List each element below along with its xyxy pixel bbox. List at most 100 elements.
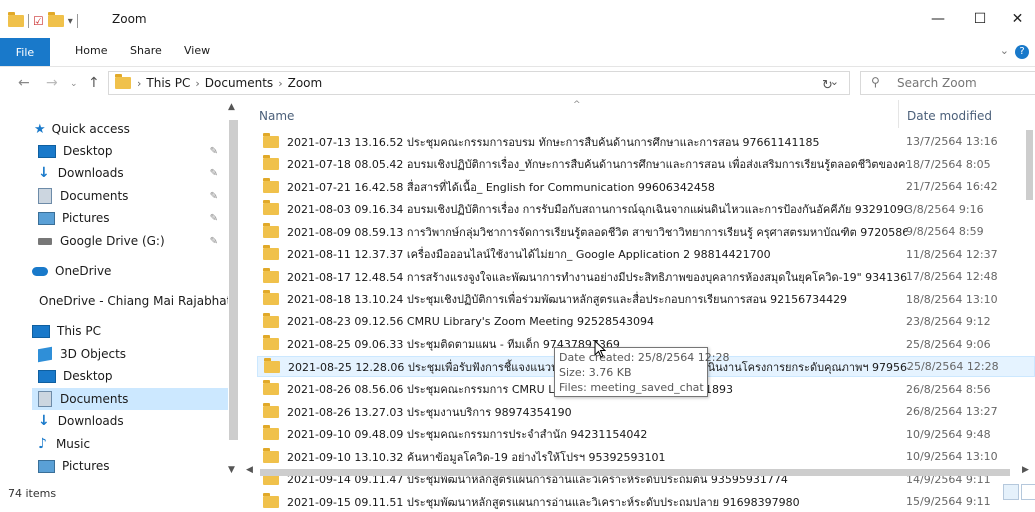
file-row[interactable]: 2021-08-03 09.16.34 อบรมเชิงปฏิบัติการเร… [257, 199, 1035, 220]
breadcrumb-zoom[interactable]: Zoom [288, 76, 323, 90]
file-name: 2021-08-09 08.59.13 การวิพากษ์กลุ่มวิชาก… [287, 225, 907, 239]
properties-icon[interactable]: ☑ [33, 14, 44, 28]
tab-home[interactable]: Home [75, 44, 107, 57]
file-row[interactable]: 2021-07-21 16.42.58 สื่อสารที่ได้เนื้อ_ … [257, 176, 1035, 197]
nav-documents[interactable]: Documents [32, 388, 228, 410]
item-count: 74 items [8, 487, 57, 500]
scroll-down-icon[interactable]: ▼ [228, 465, 235, 475]
column-divider[interactable] [898, 100, 899, 128]
nav-label: Documents [60, 189, 129, 203]
file-row[interactable]: 2021-08-18 13.10.24 ประชุมเชิงปฏิบัติการ… [257, 289, 1035, 310]
back-arrow-icon[interactable]: ← [18, 75, 30, 91]
file-name: 2021-08-18 13.10.24 ประชุมเชิงปฏิบัติการ… [287, 293, 848, 306]
details-view-icon[interactable] [1003, 484, 1019, 500]
column-header-name[interactable]: Name [259, 109, 294, 123]
file-row[interactable]: 2021-08-09 08.59.13 การวิพากษ์กลุ่มวิชาก… [257, 221, 1035, 242]
recent-locations-icon[interactable]: ⌄ [70, 79, 78, 89]
file-name: 2021-09-10 13.10.32 ค้นหาข้อมูลโควิด-19 … [287, 450, 666, 464]
file-date-modified: 11/8/2564 12:37 [906, 247, 998, 261]
new-folder-icon[interactable] [47, 12, 64, 27]
nav-desktop[interactable]: Desktop [38, 365, 224, 387]
folder-icon [263, 245, 279, 260]
scrollbar-thumb[interactable] [260, 469, 1010, 476]
scroll-right-icon[interactable]: ▶ [1022, 465, 1029, 475]
file-row[interactable]: 2021-07-18 08.05.42 อบรมเชิงปฏิบัติการเร… [257, 154, 1035, 175]
3d-objects-icon [38, 346, 52, 362]
nav-this-pc[interactable]: This PC [32, 320, 224, 342]
search-box[interactable]: ⚲ [860, 71, 1035, 95]
file-row[interactable]: 2021-09-10 13.10.32 ค้นหาข้อมูลโควิด-19 … [257, 446, 1035, 467]
folder-icon [115, 74, 131, 89]
file-row[interactable]: 2021-08-23 09.12.56 CMRU Library's Zoom … [257, 311, 1035, 332]
folder-icon [263, 402, 279, 418]
maximize-button[interactable]: ☐ [958, 6, 1002, 32]
cloud-icon [32, 266, 48, 276]
horizontal-scrollbar[interactable]: ◀ ▶ [240, 465, 1035, 478]
nav-desktop-pinned[interactable]: Desktop ✎ [38, 140, 224, 162]
chevron-right-icon[interactable]: › [195, 77, 199, 90]
nav-onedrive[interactable]: OneDrive [32, 260, 224, 282]
expand-ribbon-icon[interactable]: ⌄ [1000, 44, 1009, 57]
large-icons-view-icon[interactable] [1021, 484, 1035, 500]
refresh-icon[interactable]: ↻ [822, 78, 833, 93]
chevron-right-icon[interactable]: › [137, 77, 141, 90]
folder-icon [263, 132, 279, 148]
folder-icon [263, 425, 279, 440]
file-name: 2021-07-13 13.16.52 ประชุมคณะกรรมการอบรม… [287, 135, 820, 149]
breadcrumb-this-pc[interactable]: This PC [146, 76, 190, 90]
file-date-modified: 17/8/2564 12:48 [906, 270, 998, 283]
nav-3d-objects[interactable]: 3D Objects [38, 343, 224, 365]
desktop-icon [38, 144, 56, 158]
nav-onedrive-cmru[interactable]: OneDrive - Chiang Mai Rajabhat Ur [32, 290, 228, 312]
pin-icon: ✎ [209, 212, 218, 224]
file-row[interactable]: 2021-08-26 13.27.03 ประชุมงานบริการ 9897… [257, 401, 1035, 422]
help-icon[interactable]: ? [1015, 45, 1029, 59]
pin-icon: ✎ [209, 235, 218, 247]
nav-pictures-pinned[interactable]: Pictures ✎ [38, 207, 224, 229]
forward-arrow-icon[interactable]: → [46, 75, 58, 91]
file-row[interactable]: 2021-09-10 09.48.09 ประชุมคณะกรรมการประจ… [257, 424, 1035, 445]
up-arrow-icon[interactable]: ↑ [88, 75, 100, 91]
scroll-left-icon[interactable]: ◀ [246, 465, 253, 475]
document-icon [38, 188, 52, 204]
pin-icon: ✎ [209, 167, 218, 179]
tab-share[interactable]: Share [130, 44, 162, 57]
search-input[interactable] [895, 74, 1029, 92]
nav-downloads[interactable]: ↓ Downloads [38, 410, 224, 432]
tab-file[interactable]: File [0, 38, 50, 66]
scrollbar-thumb[interactable] [1026, 130, 1033, 200]
nav-music[interactable]: ♪ Music [38, 433, 224, 455]
file-date-modified: 26/8/2564 13:27 [906, 405, 998, 418]
minimize-button[interactable]: — [916, 6, 960, 32]
nav-scrollbar[interactable]: ▲ ▼ [228, 100, 240, 478]
separator [28, 14, 29, 28]
scrollbar-thumb[interactable] [229, 120, 238, 440]
folder-icon [263, 447, 279, 463]
nav-pictures[interactable]: Pictures [38, 455, 224, 477]
nav-quick-access[interactable]: ★ Quick access [34, 118, 224, 140]
address-bar[interactable]: › This PC › Documents › Zoom ⌄ [108, 71, 850, 95]
nav-label: Downloads [57, 414, 124, 428]
pin-icon: ✎ [209, 145, 218, 157]
file-tooltip: Date created: 25/8/2564 12:28 Size: 3.76… [554, 347, 730, 397]
column-header-date-modified[interactable]: Date modified [907, 109, 992, 123]
file-row[interactable]: 2021-07-13 13.16.52 ประชุมคณะกรรมการอบรม… [257, 131, 1035, 152]
content-scrollbar[interactable] [1024, 100, 1035, 478]
file-date-modified: 18/7/2564 8:05 [906, 157, 991, 171]
scroll-up-icon[interactable]: ▲ [228, 102, 235, 112]
file-date-modified: 3/8/2564 9:16 [906, 202, 984, 216]
nav-documents-pinned[interactable]: Documents ✎ [38, 185, 224, 207]
folder-icon [263, 267, 279, 283]
tab-view[interactable]: View [184, 44, 210, 57]
folder-icon [8, 12, 24, 27]
file-row[interactable]: 2021-08-11 12.37.37 เครื่องมือออนไลน์ใช้… [257, 244, 1035, 265]
chevron-right-icon[interactable]: › [278, 77, 282, 90]
folder-icon [264, 357, 280, 373]
customize-toolbar-icon[interactable]: ▾ [68, 16, 73, 27]
breadcrumb-documents[interactable]: Documents [205, 76, 273, 90]
nav-downloads-pinned[interactable]: ↓ Downloads ✎ [38, 162, 224, 184]
search-icon: ⚲ [871, 75, 880, 89]
nav-google-drive[interactable]: Google Drive (G:) ✎ [38, 230, 224, 252]
file-row[interactable]: 2021-08-17 12.48.54 การสร้างแรงจูงใจและพ… [257, 266, 1035, 287]
close-button[interactable]: ✕ [1000, 6, 1035, 32]
